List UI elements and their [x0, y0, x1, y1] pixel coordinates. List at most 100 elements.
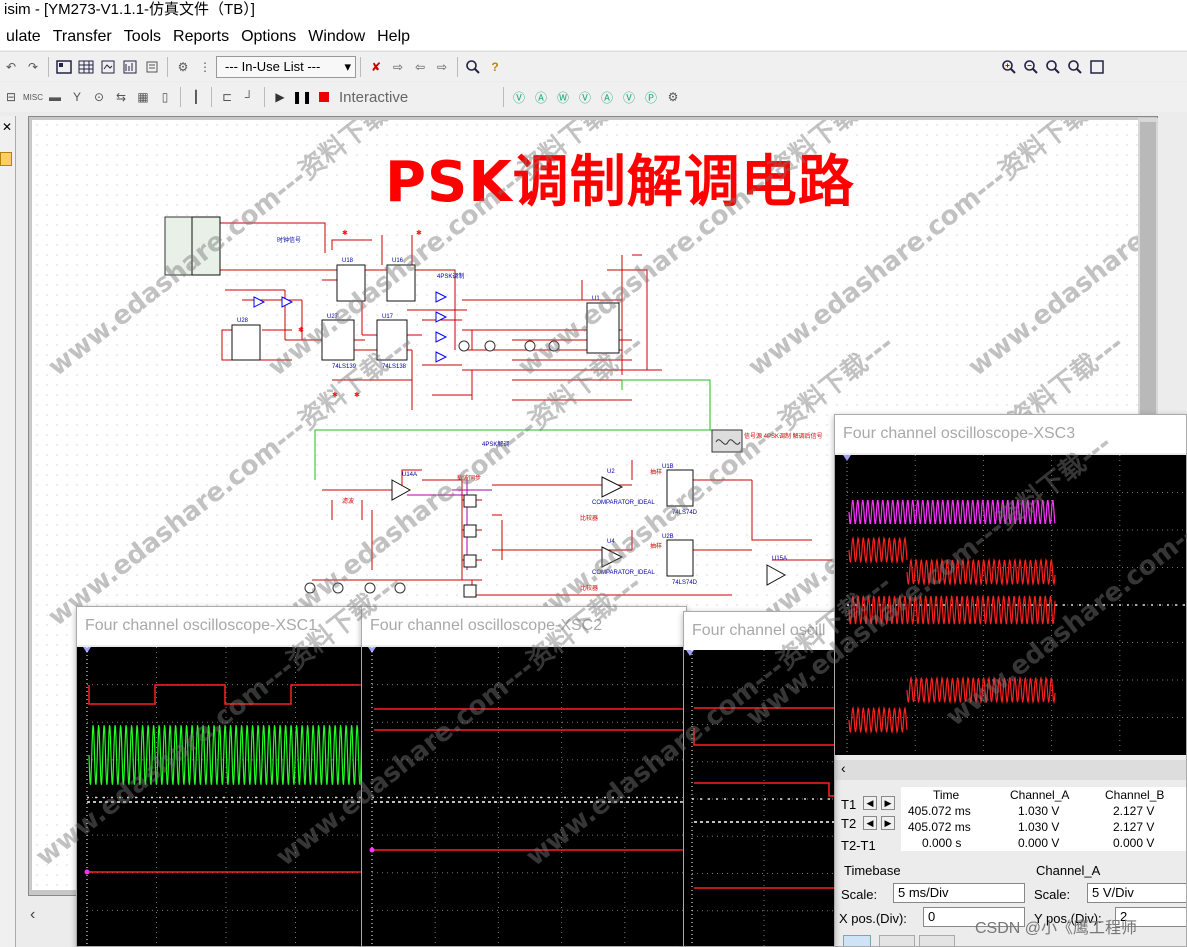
t2-t1-label: T2-T1	[841, 838, 876, 853]
meas-header-channel-a: Channel_A	[1010, 788, 1070, 802]
menu-options[interactable]: Options	[235, 28, 302, 46]
in-use-list-dropdown[interactable]: --- In-Use List --- ▾	[216, 55, 356, 78]
source-component-icon[interactable]: ⊟	[1, 87, 21, 107]
oscilloscope-xsc3-title: Four channel oscilloscope-XSC3	[835, 415, 1186, 453]
menu-tools[interactable]: Tools	[118, 28, 167, 46]
svg-text:U17: U17	[382, 314, 394, 320]
indicator-icon[interactable]: ▬	[45, 87, 65, 107]
channel-button[interactable]	[879, 935, 915, 946]
oscilloscope-xsc2-title: Four channel oscilloscope-XSC2	[362, 607, 686, 645]
power-probe-icon[interactable]: Ⓦ	[553, 87, 573, 107]
help-icon[interactable]: ?	[485, 57, 505, 77]
undo-icon[interactable]: ↶	[1, 57, 21, 77]
voltage-probe-icon[interactable]: Ⓥ	[509, 87, 529, 107]
component-list-icon[interactable]: ⋮	[195, 57, 215, 77]
menu-window[interactable]: Window	[302, 28, 371, 46]
channel-c-trace	[848, 595, 1056, 625]
grapher-icon[interactable]	[120, 57, 140, 77]
menu-reports[interactable]: Reports	[167, 28, 235, 46]
pause-simulation-icon[interactable]: ❚❚	[292, 87, 312, 107]
timebase-scale-label: Scale:	[841, 887, 878, 902]
gear-icon[interactable]: ⚙	[663, 87, 683, 107]
wire-icon[interactable]: ┘	[239, 87, 259, 107]
t2-t1-time: 0.000 s	[922, 836, 962, 850]
annotation-icon[interactable]: ⚙	[173, 57, 193, 77]
hierarchical-block-icon[interactable]: ⊏	[217, 87, 237, 107]
t1-channel-a: 1.030 V	[1018, 804, 1060, 818]
oscilloscope-xsc2-window[interactable]: Four channel oscilloscope-XSC2	[361, 606, 687, 947]
oscilloscope-xsc4-window[interactable]: Four channel oscill	[683, 611, 835, 947]
close-icon[interactable]: ✕	[2, 120, 12, 134]
svg-text:U2B: U2B	[662, 534, 674, 540]
in-use-list-value: --- In-Use List ---	[225, 59, 321, 74]
bus-icon[interactable]: ┃	[186, 87, 206, 107]
design-toolbox-panel: ✕	[0, 116, 16, 947]
postprocessor-icon[interactable]	[142, 57, 162, 77]
scroll-left-arrow[interactable]: ‹	[30, 906, 50, 936]
mcu-icon[interactable]: ▦	[133, 87, 153, 107]
svg-text:✱: ✱	[354, 391, 360, 399]
misc-component-icon[interactable]: MISC	[23, 87, 43, 107]
power-component-icon[interactable]: ⊙	[89, 87, 109, 107]
oscilloscope-xsc2-screen	[362, 647, 686, 946]
rf-component-icon[interactable]: ▯	[155, 87, 175, 107]
erc-icon[interactable]: ✘	[366, 57, 386, 77]
zoom-fit-icon[interactable]	[1065, 57, 1085, 77]
full-screen-icon[interactable]	[1087, 57, 1107, 77]
svg-text:COMPARATOR_IDEAL: COMPARATOR_IDEAL	[592, 500, 655, 506]
interactive-mode-label[interactable]: Interactive	[339, 89, 499, 106]
zoom-in-icon[interactable]	[999, 57, 1019, 77]
chevron-down-icon: ▾	[344, 58, 351, 74]
t2-label: T2	[841, 816, 857, 831]
channel-button[interactable]	[919, 935, 955, 946]
stop-simulation-icon[interactable]	[314, 87, 334, 107]
zoom-area-icon[interactable]	[1043, 57, 1063, 77]
digital-probe-icon[interactable]: Ⓥ	[619, 87, 639, 107]
oscilloscope-xsc1-window[interactable]: Four channel oscilloscope-XSC1	[76, 606, 364, 947]
channel-b-trace	[848, 535, 908, 565]
t1-channel-b: 2.127 V	[1113, 804, 1155, 818]
t2-right-arrow[interactable]: ▶	[881, 816, 895, 830]
database-icon[interactable]	[98, 57, 118, 77]
oscilloscope-xsc3-window[interactable]: Four channel oscilloscope-XSC3 ‹ Time Ch…	[834, 414, 1187, 947]
svg-text:✱: ✱	[332, 391, 338, 399]
probe-settings-icon[interactable]: Ⓟ	[641, 87, 661, 107]
svg-text:U18: U18	[342, 258, 354, 264]
menu-transfer[interactable]: Transfer	[47, 28, 118, 46]
electromechanical-icon[interactable]: ⇆	[111, 87, 131, 107]
project-icon[interactable]	[0, 152, 12, 166]
channel-button[interactable]	[843, 935, 871, 946]
antenna-icon[interactable]: Y	[67, 87, 87, 107]
xsc3-hscroll[interactable]: ‹	[835, 760, 1186, 780]
menu-help[interactable]: Help	[371, 28, 416, 46]
t2-channel-b: 2.127 V	[1113, 820, 1155, 834]
search-icon[interactable]	[463, 57, 483, 77]
channel-a-scale-input[interactable]: 5 V/Div	[1087, 883, 1186, 903]
back-annotate-icon[interactable]: ⇦	[410, 57, 430, 77]
timebase-label: Timebase	[844, 863, 901, 878]
run-simulation-icon[interactable]: ▶	[270, 87, 290, 107]
t2-left-arrow[interactable]: ◀	[863, 816, 877, 830]
svg-text:时钟信号: 时钟信号	[277, 236, 301, 244]
channel-c-trace	[694, 782, 834, 797]
menu-simulate[interactable]: ulate	[0, 28, 47, 46]
svg-text:COMPARATOR_IDEAL: COMPARATOR_IDEAL	[592, 570, 655, 576]
meas-header-time: Time	[933, 788, 960, 802]
redo-icon[interactable]: ↷	[23, 57, 43, 77]
t1-right-arrow[interactable]: ▶	[881, 796, 895, 810]
scrollbar-thumb[interactable]	[1140, 122, 1156, 422]
timebase-scale-input[interactable]: 5 ms/Div	[893, 883, 1025, 903]
zoom-out-icon[interactable]	[1021, 57, 1041, 77]
current-probe-icon[interactable]: Ⓐ	[531, 87, 551, 107]
transfer-to-ultiboard-icon[interactable]: ⇨	[388, 57, 408, 77]
t2-t1-channel-b: 0.000 V	[1113, 836, 1155, 850]
reference-probe-icon[interactable]: Ⓐ	[597, 87, 617, 107]
spreadsheet-view-icon[interactable]	[76, 57, 96, 77]
differential-probe-icon[interactable]: Ⓥ	[575, 87, 595, 107]
t1-left-arrow[interactable]: ◀	[863, 796, 877, 810]
channel-b-trace	[88, 725, 363, 785]
toggle-project-view-icon[interactable]	[54, 57, 74, 77]
forward-annotate-icon[interactable]: ⇨	[432, 57, 452, 77]
channel-marker	[84, 869, 90, 875]
oscilloscope-xsc3-screen	[835, 455, 1186, 755]
